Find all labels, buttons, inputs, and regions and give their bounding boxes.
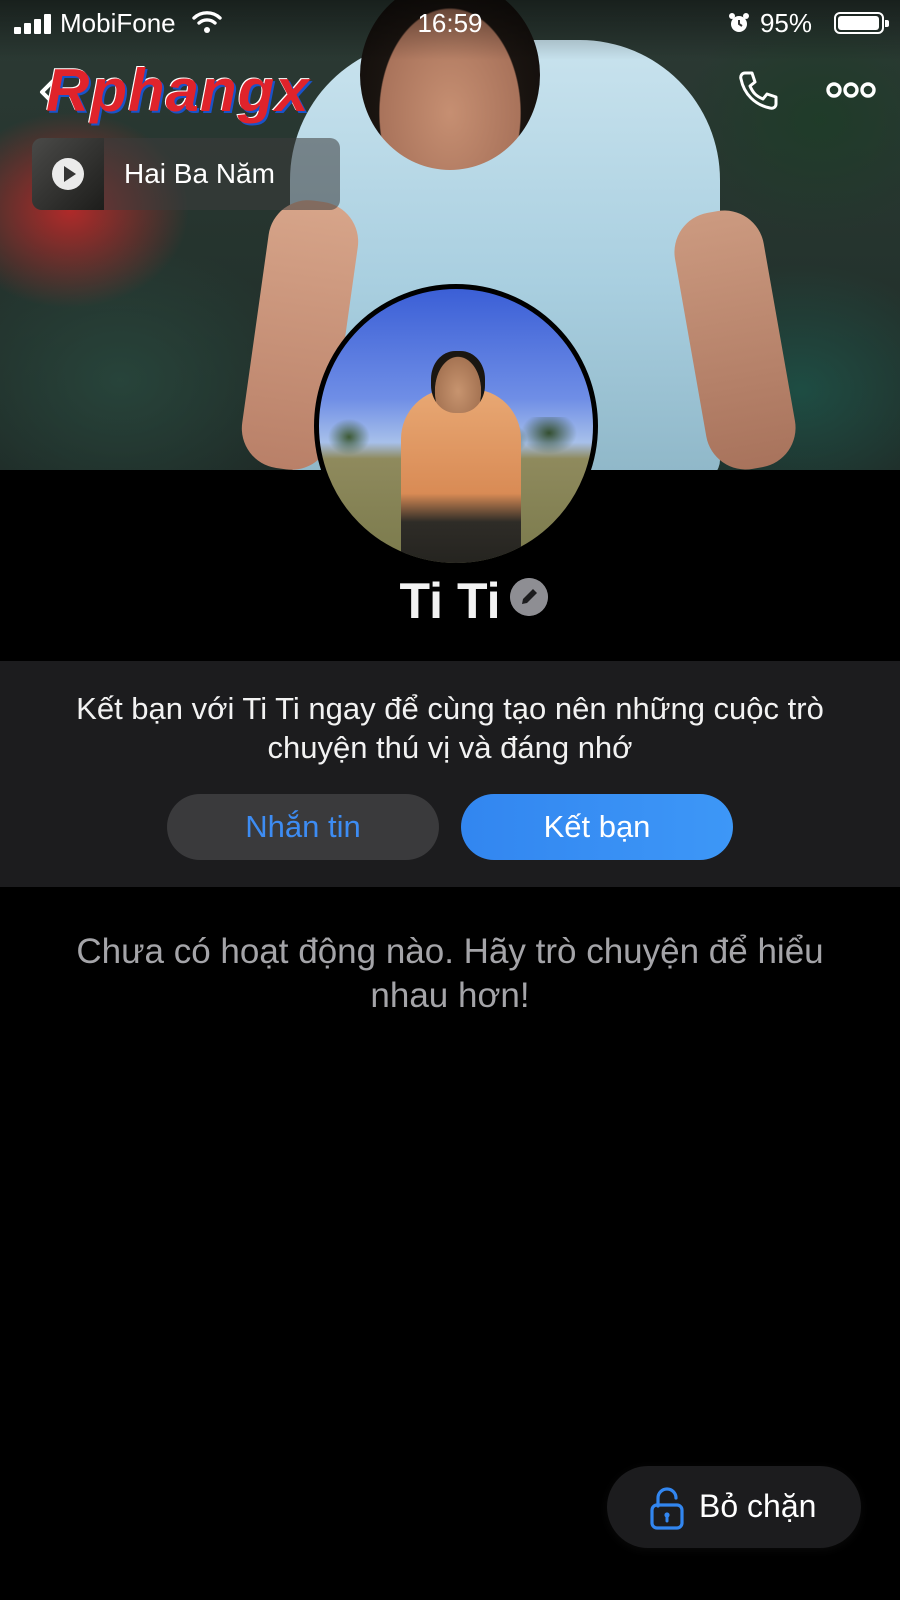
music-thumbnail <box>32 138 104 210</box>
profile-music-chip[interactable]: Hai Ba Năm <box>32 138 340 210</box>
unblock-label: Bỏ chặn <box>699 1488 817 1524</box>
status-bar: MobiFone 16:59 95% <box>0 0 900 46</box>
alarm-icon <box>729 13 749 32</box>
profile-avatar[interactable] <box>314 284 598 568</box>
battery-percent: 95% <box>759 8 812 38</box>
battery-icon <box>834 12 889 34</box>
empty-activity-text: Chưa có hoạt động nào. Hãy trò chuyện để… <box>76 932 824 1015</box>
avatar-person-body <box>401 389 521 563</box>
add-friend-button[interactable]: Kết bạn <box>461 794 733 860</box>
phone-icon[interactable] <box>736 68 780 112</box>
music-title: Hai Ba Năm <box>124 158 275 189</box>
add-friend-card: Kết bạn với Ti Ti ngay để cùng tạo nên n… <box>0 661 900 887</box>
unblock-button[interactable]: Bỏ chặn <box>607 1466 861 1548</box>
profile-name: Ti Ti <box>399 573 501 629</box>
watermark-logo: Rphangx <box>46 57 310 124</box>
add-friend-prompt: Kết bạn với Ti Ti ngay để cùng tạo nên n… <box>76 691 824 765</box>
play-icon[interactable] <box>52 158 84 190</box>
edit-icon[interactable] <box>510 578 548 616</box>
more-icon[interactable] <box>826 76 876 104</box>
avatar-person-head <box>431 351 485 413</box>
message-button[interactable]: Nhắn tin <box>167 794 439 860</box>
unlock-icon <box>650 1487 684 1530</box>
